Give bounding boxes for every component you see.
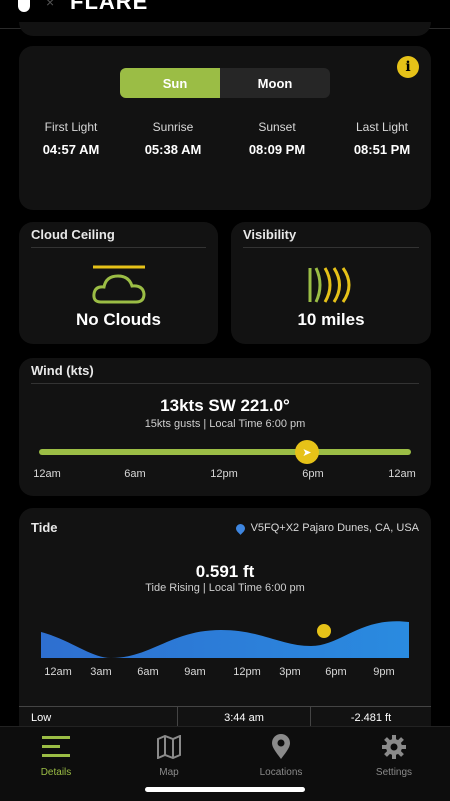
- nav-locations[interactable]: Locations: [236, 733, 326, 778]
- gear-icon: [379, 733, 409, 761]
- time-value: 05:38 AM: [144, 142, 202, 157]
- top-header: × FLARE: [0, 0, 450, 12]
- tide-location[interactable]: V5FQ+X2 Pajaro Dunes, CA, USA: [233, 521, 419, 535]
- nav-label: Details: [40, 767, 72, 778]
- tick-label: 12pm: [233, 666, 261, 678]
- card-title: Tide: [31, 520, 58, 535]
- location-pin-icon: [266, 733, 296, 761]
- wind-card: Wind (kts) 13kts SW 221.0° 15kts gusts |…: [19, 358, 431, 496]
- sun-moon-card: Sun Moon i First Light 04:57 AM Sunrise …: [19, 46, 431, 210]
- divider: [31, 247, 206, 248]
- tick-label: 6am: [137, 666, 159, 678]
- tide-height: 0.591 ft: [195, 562, 255, 581]
- tick-label: 12pm: [210, 468, 238, 480]
- divider: [31, 383, 419, 384]
- time-label: Sunrise: [152, 120, 194, 134]
- location-text: V5FQ+X2 Pajaro Dunes, CA, USA: [250, 522, 419, 534]
- tide-detail: Tide Rising | Local Time 6:00 pm: [145, 582, 305, 594]
- tick-label: 12am: [33, 468, 61, 480]
- first-light: First Light 04:57 AM: [19, 120, 123, 157]
- time-label: Sunset: [258, 120, 296, 134]
- current-time-marker: [317, 624, 331, 638]
- tick-label: 3pm: [279, 666, 301, 678]
- tick-label: 9pm: [373, 666, 395, 678]
- brand-logo: FLARE: [70, 0, 148, 12]
- sunset: Sunset 08:09 PM: [225, 120, 329, 157]
- wind-direction-arrow-icon: ➤: [302, 446, 312, 459]
- time-value: 08:51 PM: [353, 142, 411, 157]
- nav-label: Settings: [375, 767, 413, 778]
- tide-card: Tide V5FQ+X2 Pajaro Dunes, CA, USA 0.591…: [19, 508, 431, 729]
- info-icon[interactable]: i: [397, 56, 419, 78]
- map-icon: [154, 733, 184, 761]
- wind-detail: 15kts gusts | Local Time 6:00 pm: [144, 418, 306, 430]
- tick-label: 12am: [388, 468, 416, 480]
- tick-label: 6am: [124, 468, 146, 480]
- logo-mark: [18, 0, 30, 12]
- details-icon: [41, 733, 71, 761]
- nav-details[interactable]: Details: [11, 733, 101, 778]
- nav-label: Locations: [259, 767, 303, 778]
- card-title: Cloud Ceiling: [31, 227, 115, 242]
- tide-curve-chart[interactable]: [41, 608, 409, 662]
- time-value: 08:09 PM: [248, 142, 306, 157]
- visibility-waves-icon: [308, 267, 351, 303]
- sunrise: Sunrise 05:38 AM: [121, 120, 225, 157]
- wind-summary: 13kts SW 221.0°: [160, 396, 290, 415]
- nav-map[interactable]: Map: [124, 733, 214, 778]
- divider: [243, 247, 419, 248]
- tab-sun[interactable]: Sun: [120, 68, 230, 98]
- tide-time-axis: 12am 3am 6am 9am 12pm 3pm 6pm 9pm: [19, 666, 431, 682]
- tick-label: 9am: [184, 666, 206, 678]
- home-indicator[interactable]: [145, 787, 305, 792]
- tick-label: 3am: [90, 666, 112, 678]
- cloud-value: No Clouds: [76, 310, 161, 329]
- previous-card-edge: [19, 22, 431, 36]
- time-label: First Light: [44, 120, 98, 134]
- tab-moon[interactable]: Moon: [220, 68, 330, 98]
- card-title: Wind (kts): [31, 363, 94, 378]
- cloud-ceiling-card[interactable]: Cloud Ceiling No Clouds: [19, 222, 218, 344]
- location-pin-icon: [233, 521, 247, 535]
- visibility-card[interactable]: Visibility 10 miles: [231, 222, 431, 344]
- wind-time-slider[interactable]: [39, 449, 411, 455]
- logo-separator: ×: [46, 0, 55, 10]
- tick-label: 6pm: [325, 666, 347, 678]
- card-title: Visibility: [243, 227, 297, 242]
- tick-label: 6pm: [302, 468, 324, 480]
- slider-handle[interactable]: ➤: [294, 440, 319, 464]
- cloud-icon: [92, 265, 146, 304]
- time-value: 04:57 AM: [42, 142, 100, 157]
- nav-settings[interactable]: Settings: [349, 733, 439, 778]
- last-light: Last Light 08:51 PM: [330, 120, 434, 157]
- wind-time-axis: 12am 6am 12pm 6pm 12am: [19, 468, 431, 484]
- tick-label: 12am: [44, 666, 72, 678]
- nav-label: Map: [159, 767, 179, 778]
- time-label: Last Light: [355, 120, 409, 134]
- visibility-value: 10 miles: [297, 310, 365, 329]
